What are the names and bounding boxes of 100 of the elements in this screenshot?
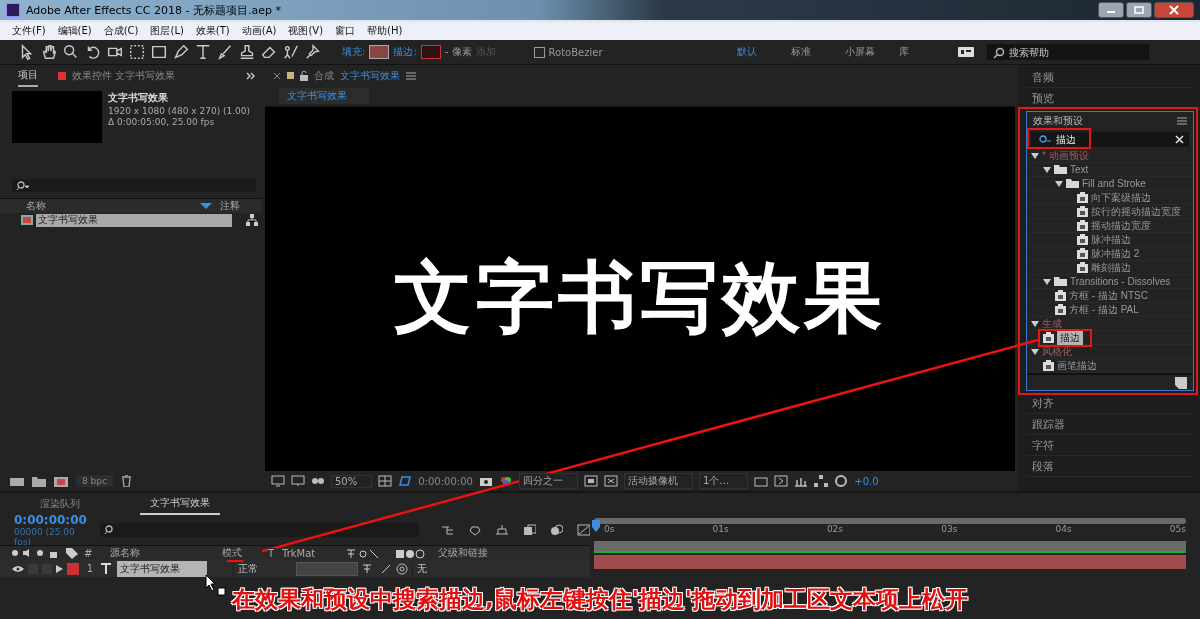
- rectangle-icon[interactable]: [150, 43, 168, 61]
- menu-item[interactable]: 文件(F): [12, 24, 46, 38]
- menu-item[interactable]: 动画(A): [241, 24, 277, 38]
- lock-icon[interactable]: [300, 70, 308, 81]
- stamp-icon[interactable]: [238, 43, 256, 61]
- grid-icon[interactable]: [378, 475, 393, 488]
- disclosure-triangle-icon[interactable]: [1031, 347, 1039, 356]
- workspace-tab[interactable]: 标准: [790, 45, 845, 59]
- dashed-square-icon[interactable]: [128, 43, 146, 61]
- exposure-icon[interactable]: [834, 475, 849, 488]
- timeline-icon[interactable]: [794, 475, 809, 488]
- menu-item[interactable]: 图层(L): [150, 24, 184, 38]
- panel-header[interactable]: 跟踪器: [1026, 414, 1194, 435]
- project-item[interactable]: 文字书写效果: [36, 213, 232, 227]
- panel-header[interactable]: 预览: [1026, 88, 1194, 109]
- menu-icon[interactable]: [1177, 117, 1187, 125]
- panel-tab[interactable]: 项目: [18, 65, 38, 87]
- draft-3d-icon[interactable]: [468, 524, 482, 536]
- category-label[interactable]: * 动画预设: [1042, 148, 1089, 163]
- maximize-button[interactable]: [1126, 2, 1152, 18]
- graph-editor-icon[interactable]: [576, 524, 591, 536]
- category-label[interactable]: 生成: [1042, 316, 1062, 331]
- workspace-tab[interactable]: 库: [898, 45, 953, 59]
- motion-blur-icon[interactable]: [549, 524, 563, 536]
- fast-preview-icon[interactable]: [774, 475, 789, 488]
- tree-item[interactable]: 雕刻描边: [1091, 260, 1131, 275]
- panel-header[interactable]: 音频: [1026, 67, 1194, 88]
- fill-swatch[interactable]: [369, 45, 390, 59]
- project-search-field[interactable]: [12, 179, 256, 192]
- flowchart-icon[interactable]: [814, 475, 829, 488]
- column-header[interactable]: 注释: [220, 199, 240, 213]
- label-color-swatch[interactable]: [67, 562, 79, 575]
- mask-path-icon[interactable]: [398, 475, 413, 488]
- pick-whip-icon[interactable]: [396, 562, 408, 575]
- frame-blending-icon[interactable]: [522, 524, 536, 536]
- tree-item[interactable]: Transitions - Dissolves: [1070, 276, 1171, 287]
- tree-item[interactable]: 向下案级描边: [1091, 190, 1151, 205]
- sort-caret-icon[interactable]: [200, 203, 212, 209]
- menu-item[interactable]: 编辑(E): [57, 24, 92, 38]
- workspace-switch-icon[interactable]: [956, 45, 975, 59]
- hand-icon[interactable]: [40, 43, 58, 61]
- stroke-swatch[interactable]: [420, 45, 441, 59]
- new-composition-icon[interactable]: [54, 475, 68, 487]
- composition-flowchart-icon[interactable]: [441, 524, 455, 536]
- tree-item[interactable]: 脉冲描边: [1091, 232, 1131, 247]
- composition-tab[interactable]: 文字书写效果: [340, 68, 400, 83]
- panel-tab[interactable]: 效果控件 文字书写效果: [58, 66, 176, 86]
- flowchart-icon[interactable]: [246, 214, 258, 226]
- workspace-tab[interactable]: 默认: [736, 45, 791, 59]
- minimize-button[interactable]: [1098, 2, 1124, 18]
- menu-item[interactable]: 效果(T): [195, 24, 230, 38]
- panel-header[interactable]: 段落: [1026, 456, 1194, 477]
- effects-search-field[interactable]: 描边: [1031, 132, 1189, 147]
- close-icon[interactable]: [273, 71, 281, 80]
- tree-item[interactable]: 方框 - 描边 PAL: [1069, 302, 1139, 317]
- disclosure-triangle-icon[interactable]: [1031, 151, 1039, 160]
- tree-item[interactable]: 方框 - 描边 NTSC: [1069, 288, 1148, 303]
- pixel-aspect-icon[interactable]: [754, 475, 769, 488]
- pen-icon[interactable]: [172, 43, 190, 61]
- trash-icon[interactable]: [120, 475, 132, 487]
- menu-item[interactable]: 视图(V): [288, 24, 324, 38]
- brush-icon[interactable]: [216, 43, 234, 61]
- disclosure-triangle-icon[interactable]: [1043, 165, 1051, 174]
- tree-item[interactable]: 脉冲描边 2: [1091, 246, 1140, 261]
- exposure-value[interactable]: +0.0: [854, 475, 879, 487]
- search-icon[interactable]: [62, 43, 80, 61]
- folder-icon[interactable]: [32, 475, 46, 487]
- shy-layers-icon[interactable]: [495, 524, 509, 536]
- camera-view-dropdown[interactable]: 活动摄像机: [623, 473, 693, 490]
- close-button[interactable]: [1154, 2, 1194, 18]
- tree-item[interactable]: 摇动描边宽度: [1091, 218, 1151, 233]
- menu-icon[interactable]: [406, 71, 416, 80]
- menu-item[interactable]: 帮助(H): [367, 24, 403, 38]
- disclosure-triangle-icon[interactable]: [1055, 179, 1063, 188]
- resolution-dropdown[interactable]: 四分之一: [518, 473, 578, 490]
- view-layout-dropdown[interactable]: 1个…: [698, 473, 749, 490]
- camera-icon[interactable]: [478, 475, 493, 488]
- playhead-icon[interactable]: [592, 520, 600, 532]
- clear-icon[interactable]: [1175, 135, 1184, 144]
- tree-item[interactable]: Fill and Stroke: [1082, 178, 1146, 189]
- parent-dropdown[interactable]: 无: [412, 561, 487, 576]
- monitor-icon[interactable]: [271, 475, 285, 488]
- type-icon[interactable]: [194, 43, 212, 61]
- menu-item[interactable]: 窗口: [335, 24, 356, 38]
- workspace-tab[interactable]: 小屏幕: [844, 45, 899, 59]
- new-preset-icon[interactable]: [1175, 376, 1187, 389]
- menu-item[interactable]: 合成(C): [103, 24, 139, 38]
- column-header[interactable]: 名称: [26, 199, 196, 213]
- transparency-grid-icon[interactable]: [603, 475, 618, 488]
- layer-search-field[interactable]: [100, 523, 419, 537]
- visibility-eye-icon[interactable]: [12, 564, 24, 573]
- disclosure-triangle-icon[interactable]: [1043, 277, 1051, 286]
- rotobezier-checkbox[interactable]: [533, 46, 545, 58]
- interpret-footage-icon[interactable]: [10, 475, 24, 487]
- pin-icon[interactable]: [304, 43, 322, 61]
- tree-item[interactable]: Text: [1070, 164, 1089, 175]
- layer-name[interactable]: 文字书写效果: [117, 560, 207, 577]
- tree-item[interactable]: 按行的摇动描边宽度: [1091, 204, 1181, 219]
- bit-depth-button[interactable]: 8 bpc: [76, 475, 113, 487]
- monitor-icon[interactable]: [291, 475, 305, 488]
